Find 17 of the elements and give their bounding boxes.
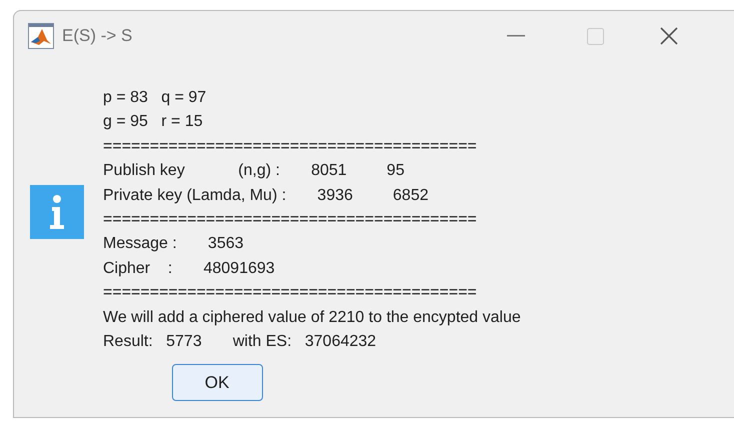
info-icon [30,185,84,239]
message-line: Private key (Lamda, Mu) : 3936 6852 [103,186,430,206]
app-icon [28,23,54,49]
minimize-icon[interactable] [507,35,525,37]
window-title: E(S) -> S [62,25,132,48]
message-line: ======================================== [103,136,478,157]
message-line: ======================================== [103,210,478,230]
message-line: Publish key (n,g) : 8051 95 [103,161,406,182]
close-icon[interactable] [660,27,678,45]
message-line: g = 95 r = 15 [103,112,204,132]
ok-button[interactable]: OK [172,364,262,402]
message-line: Cipher : 48091693 [103,258,276,279]
message-line: Result: 5773 with ES: 37064232 [103,332,378,352]
message-line: ======================================== [103,283,478,304]
message-line: We will add a ciphered value of 2210 to the encypted value [103,308,521,328]
message-line: p = 83 q = 97 [103,88,208,108]
message-line: Message : 3563 [103,234,245,254]
